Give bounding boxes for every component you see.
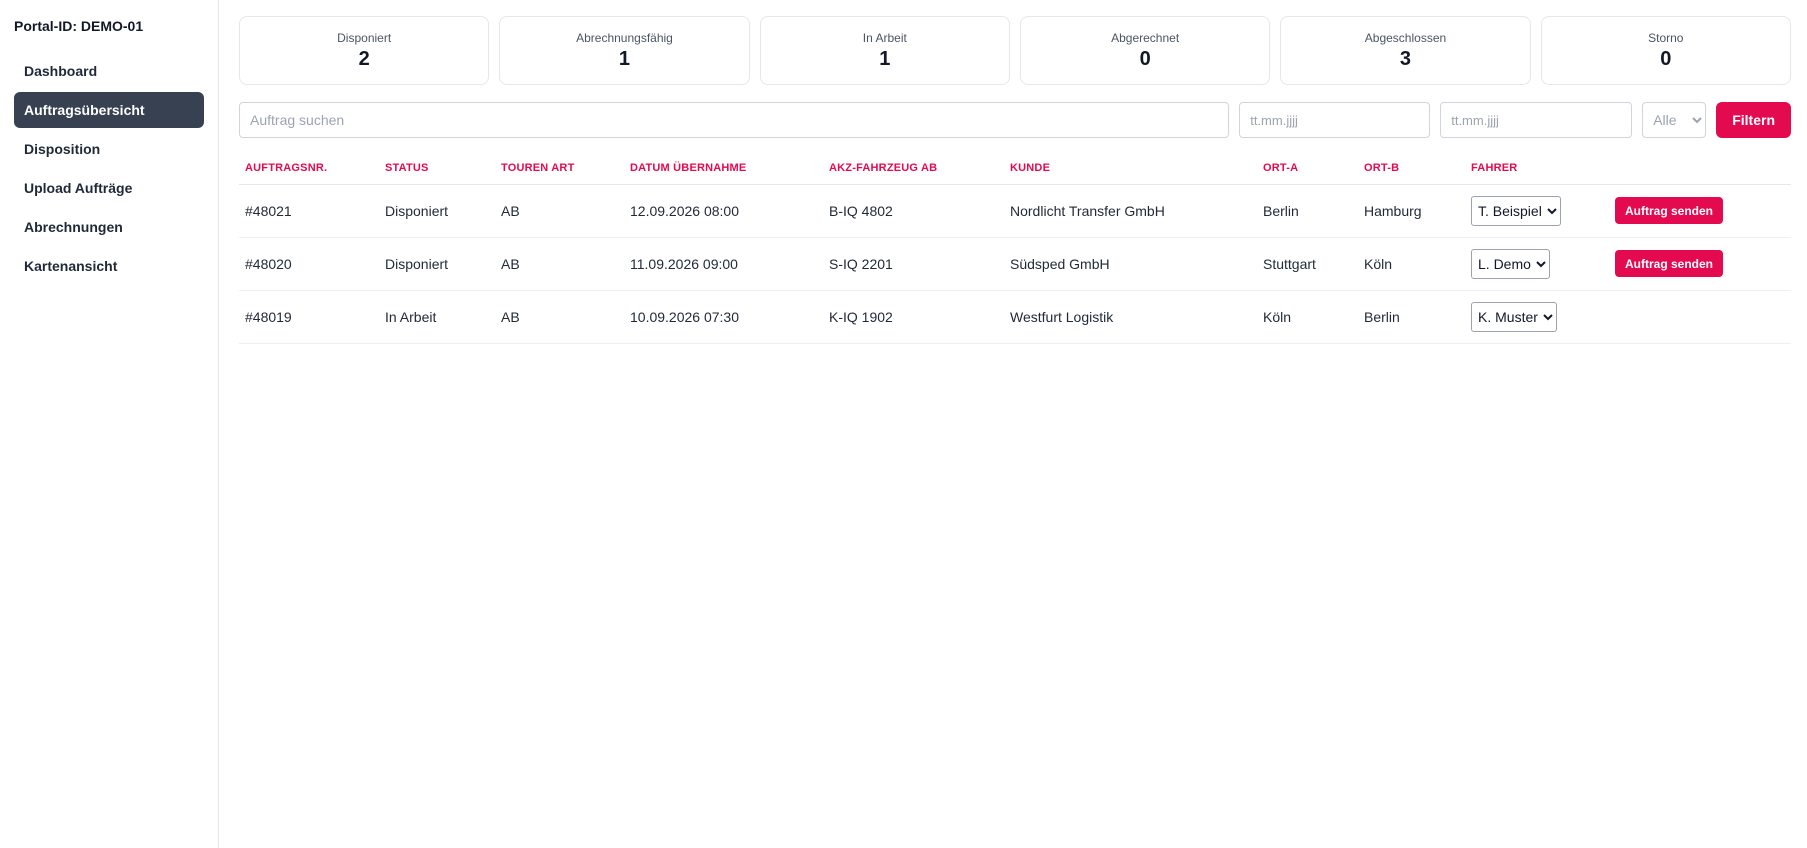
driver-select[interactable]: L. Demo xyxy=(1471,248,1550,279)
cell-actions: Auftrag senden xyxy=(1609,184,1791,238)
cell-touren-art: AB xyxy=(495,237,624,291)
cell-ort-a: Stuttgart xyxy=(1257,237,1358,291)
table-header-row: Auftragsnr. Status Touren Art Datum Über… xyxy=(239,152,1791,185)
table-row[interactable]: #48021 Disponiert AB 12.09.2026 08:00 B-… xyxy=(239,184,1791,238)
cell-kunde: Südsped GmbH xyxy=(1004,237,1257,291)
stat-value: 2 xyxy=(358,47,370,70)
sidebar-item-kartenansicht[interactable]: Kartenansicht xyxy=(14,248,204,284)
status-filter-select[interactable]: Alle xyxy=(1642,102,1707,138)
stat-label: Storno xyxy=(1648,30,1684,45)
sidebar-nav: Dashboard Auftragsübersicht Disposition … xyxy=(14,53,204,284)
send-order-button[interactable]: Auftrag senden xyxy=(1615,197,1724,224)
stat-card-abrechnungsfaehig: Abrechnungsfähig 1 xyxy=(499,16,750,85)
stat-card-disponiert: Disponiert 2 xyxy=(239,16,490,85)
stats-row: Disponiert 2 Abrechnungsfähig 1 In Arbei… xyxy=(239,16,1791,85)
filter-button[interactable]: Filtern xyxy=(1716,102,1791,138)
column-header-datum-uebernahme[interactable]: Datum Übernahme xyxy=(624,152,823,185)
column-header-actions xyxy=(1609,152,1791,185)
date-from-input[interactable] xyxy=(1239,102,1431,138)
driver-select[interactable]: T. Beispiel xyxy=(1471,195,1561,226)
cell-status: Disponiert xyxy=(379,237,495,291)
stat-label: Disponiert xyxy=(337,30,392,45)
cell-datum: 12.09.2026 08:00 xyxy=(624,184,823,238)
column-header-ort-a[interactable]: Ort-A xyxy=(1257,152,1358,185)
cell-datum: 11.09.2026 09:00 xyxy=(624,237,823,291)
table-row[interactable]: #48019 In Arbeit AB 10.09.2026 07:30 K-I… xyxy=(239,290,1791,344)
send-order-button[interactable]: Auftrag senden xyxy=(1615,250,1724,277)
column-header-kunde[interactable]: Kunde xyxy=(1004,152,1257,185)
sidebar-item-abrechnungen[interactable]: Abrechnungen xyxy=(14,209,204,245)
column-header-ort-b[interactable]: Ort-B xyxy=(1358,152,1465,185)
cell-touren-art: AB xyxy=(495,290,624,344)
date-to-input[interactable] xyxy=(1440,102,1633,138)
sidebar-item-disposition[interactable]: Disposition xyxy=(14,131,204,167)
stat-card-abgerechnet: Abgerechnet 0 xyxy=(1019,16,1271,85)
column-header-fahrer[interactable]: Fahrer xyxy=(1465,152,1609,185)
stat-label: Abgerechnet xyxy=(1111,30,1180,45)
table-row[interactable]: #48020 Disponiert AB 11.09.2026 09:00 S-… xyxy=(239,237,1791,291)
cell-ort-b: Berlin xyxy=(1358,290,1465,344)
sidebar: Portal-ID: DEMO-01 Dashboard Auftragsübe… xyxy=(0,0,219,848)
stat-card-in-arbeit: In Arbeit 1 xyxy=(759,16,1010,85)
stat-card-storno: Storno 0 xyxy=(1540,16,1791,85)
portal-id: Portal-ID: DEMO-01 xyxy=(14,18,144,34)
cell-akz: B-IQ 4802 xyxy=(823,184,1004,238)
cell-kunde: Westfurt Logistik xyxy=(1004,290,1257,344)
cell-status: In Arbeit xyxy=(379,290,495,344)
cell-datum: 10.09.2026 07:30 xyxy=(624,290,823,344)
stat-label: Abgeschlossen xyxy=(1364,30,1447,45)
cell-ort-b: Köln xyxy=(1358,237,1465,291)
cell-fahrer: L. Demo xyxy=(1465,237,1609,291)
cell-kunde: Nordlicht Transfer GmbH xyxy=(1004,184,1257,238)
cell-auftragsnr: #48021 xyxy=(239,184,379,238)
cell-actions: Auftrag senden xyxy=(1609,237,1791,291)
cell-status: Disponiert xyxy=(379,184,495,238)
sidebar-item-auftragsuebersicht[interactable]: Auftragsübersicht xyxy=(14,92,204,128)
column-header-status[interactable]: Status xyxy=(379,152,495,185)
stat-label: In Arbeit xyxy=(862,30,907,45)
cell-ort-a: Berlin xyxy=(1257,184,1358,238)
stat-value: 0 xyxy=(1660,47,1672,70)
cell-fahrer: K. Muster xyxy=(1465,290,1609,344)
orders-table: Auftragsnr. Status Touren Art Datum Über… xyxy=(239,152,1791,344)
cell-ort-a: Köln xyxy=(1257,290,1358,344)
driver-select[interactable]: K. Muster xyxy=(1471,301,1557,332)
app: Portal-ID: DEMO-01 Dashboard Auftragsübe… xyxy=(0,0,1807,848)
stat-value: 1 xyxy=(879,47,891,70)
stat-card-abgeschlossen: Abgeschlossen 3 xyxy=(1280,16,1531,85)
cell-auftragsnr: #48019 xyxy=(239,290,379,344)
column-header-auftragsnr[interactable]: Auftragsnr. xyxy=(239,152,379,185)
cell-auftragsnr: #48020 xyxy=(239,237,379,291)
filter-bar: Alle Filtern xyxy=(239,102,1791,138)
sidebar-item-dashboard[interactable]: Dashboard xyxy=(14,53,204,89)
cell-akz: S-IQ 2201 xyxy=(823,237,1004,291)
sidebar-item-upload-auftraege[interactable]: Upload Aufträge xyxy=(14,170,204,206)
stat-value: 1 xyxy=(618,47,631,70)
cell-actions xyxy=(1609,290,1791,344)
stat-value: 0 xyxy=(1139,47,1151,70)
cell-fahrer: T. Beispiel xyxy=(1465,184,1609,238)
column-header-akz-fahrzeug[interactable]: AKZ-Fahrzeug AB xyxy=(823,152,1004,185)
cell-ort-b: Hamburg xyxy=(1358,184,1465,238)
search-input[interactable] xyxy=(239,102,1230,138)
column-header-touren-art[interactable]: Touren Art xyxy=(495,152,624,185)
main-content: Disponiert 2 Abrechnungsfähig 1 In Arbei… xyxy=(219,0,1807,848)
stat-label: Abrechnungsfähig xyxy=(576,30,673,45)
cell-touren-art: AB xyxy=(495,184,624,238)
stat-value: 3 xyxy=(1399,47,1412,70)
cell-akz: K-IQ 1902 xyxy=(823,290,1004,344)
